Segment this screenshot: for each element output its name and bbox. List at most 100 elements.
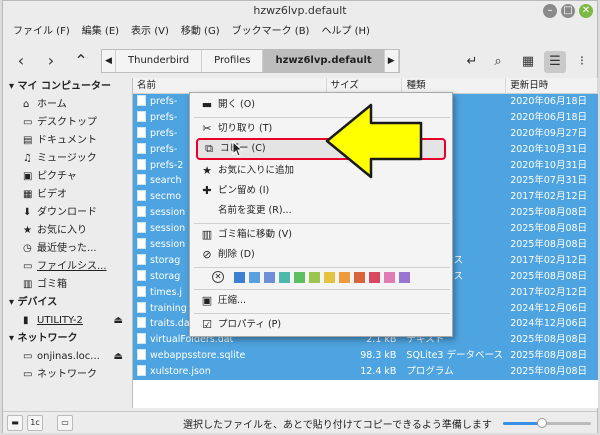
menu-view[interactable]: 表示 (V) [125, 23, 175, 41]
sidebar-item-filesystem[interactable]: ▭ ファイルシス... [3, 258, 131, 276]
file-date-cell-text: 2025年07月31日 [510, 175, 588, 187]
places-toggle-icon[interactable]: ▬ [7, 415, 23, 431]
file-size-cell-text: 12.4 kB [360, 366, 397, 378]
menu-item-compress[interactable]: ▣ 圧縮... [196, 291, 446, 311]
tag-color-swatch[interactable] [309, 271, 320, 283]
menu-edit[interactable]: 編集 (E) [76, 23, 125, 41]
file-icon [137, 206, 146, 218]
sidebar-item-videos[interactable]: ▦ ビデオ [3, 186, 131, 204]
sidebar-section-header[interactable]: ▾ ネットワーク [3, 330, 131, 348]
column-date[interactable]: 更新日時 [506, 78, 599, 93]
sidebar-item-usb[interactable]: ▮ UTILITY-2 ⏏ [3, 312, 131, 330]
minimize-button[interactable]: – [543, 4, 557, 18]
menu-separator [194, 313, 450, 314]
menu-separator [194, 223, 450, 224]
tag-color-swatch[interactable] [369, 271, 380, 283]
column-name[interactable]: 名前 [133, 78, 327, 93]
annotation-arrow-icon [325, 103, 423, 179]
list-view-icon[interactable]: ☰ [544, 51, 566, 73]
sidebar-section-header[interactable]: ▾ マイ コンピューター [3, 78, 131, 96]
file-name-cell-text: webappsstore.sqlite [150, 350, 246, 362]
zoom-slider-knob[interactable] [537, 418, 547, 428]
menu-file[interactable]: ファイル (F) [7, 23, 76, 41]
tag-color-swatch[interactable] [249, 271, 260, 283]
sidebar-item-home[interactable]: ⌂ ホーム [3, 96, 131, 114]
statusbar: ▬ 1c ▭ 選択したファイルを、あとで貼り付けてコピーできるよう準備します [3, 411, 597, 433]
zoom-slider[interactable] [503, 418, 591, 428]
search-icon[interactable]: ⌕ [487, 51, 509, 73]
menu-item-label: 開く (O) [218, 99, 255, 110]
tag-color-swatch[interactable] [279, 271, 290, 283]
file-icon [137, 269, 146, 281]
file-date-cell: 2025年08月08日 [506, 269, 598, 285]
file-icon [137, 349, 146, 361]
sidebar-item-network[interactable]: ▭ ネットワーク [3, 366, 131, 384]
menu-go[interactable]: 移動 (G) [175, 23, 226, 41]
tag-color-swatch[interactable] [339, 271, 350, 283]
sidebar-section-title: マイ コンピューター [17, 81, 111, 92]
sidebar-item-recent[interactable]: ◷ 最近使った... [3, 240, 131, 258]
tag-color-swatch[interactable] [294, 271, 305, 283]
sidebar-item-music[interactable]: ♫ ミュージック [3, 150, 131, 168]
hide-sidebar-icon[interactable]: ▭ [57, 415, 73, 431]
file-name-cell-text: prefs- [150, 143, 178, 155]
menubar: ファイル (F) 編集 (E) 表示 (V) 移動 (G) ブックマーク (B)… [3, 23, 376, 41]
eject-icon[interactable]: ⏏ [114, 312, 123, 330]
forward-button[interactable]: › [39, 49, 63, 73]
tag-color-swatch[interactable] [354, 271, 365, 283]
tree-toggle-icon[interactable]: 1c [27, 415, 43, 431]
tag-color-swatch[interactable] [264, 271, 275, 283]
sidebar-item-trash[interactable]: ▥ ゴミ箱 [3, 276, 131, 294]
file-date-cell: 2020年06月18日 [506, 94, 598, 110]
file-date-cell: 2025年08月08日 [506, 205, 598, 221]
breadcrumb-right-icon[interactable]: ▶ [385, 50, 399, 72]
file-date-cell: 2025年07月31日 [506, 173, 598, 189]
breadcrumb-current[interactable]: hzwz6lvp.default [263, 50, 385, 72]
eject-icon[interactable]: ⏏ [114, 348, 123, 366]
menu-item-pin[interactable]: ✚ ピン留め (I) [196, 181, 446, 201]
breadcrumb-profiles[interactable]: Profiles [202, 50, 264, 72]
file-icon [137, 365, 146, 377]
file-icon [137, 253, 146, 265]
column-size[interactable]: サイズ [327, 78, 403, 93]
tag-color-swatch[interactable] [399, 271, 410, 283]
table-row[interactable]: webappsstore.sqlite 98.3 kB SQLite3 データベース… [133, 348, 598, 365]
menu-item-rename[interactable]: 名前を変更 (R)... [196, 201, 446, 221]
maximize-button[interactable]: □ [561, 4, 575, 18]
open-terminal-icon[interactable]: ↵ [461, 51, 483, 73]
column-type[interactable]: 種類 [402, 78, 507, 93]
tag-color-swatch[interactable] [234, 271, 245, 283]
file-date-cell: 2020年09月27日 [506, 126, 598, 142]
sidebar-item-favorites[interactable]: ★ お気に入り [3, 222, 131, 240]
table-row[interactable]: xulstore.json 12.4 kB プログラム 2025年08月08日 [133, 364, 598, 381]
back-button[interactable]: ‹ [9, 49, 33, 73]
sidebar-item-nas[interactable]: ▭ onjinas.loc... ⏏ [3, 348, 131, 366]
menu-bookmarks[interactable]: ブックマーク (B) [226, 23, 316, 41]
sidebar-item-label: デスクトップ [37, 117, 97, 128]
menu-help[interactable]: ヘルプ (H) [315, 23, 376, 41]
sidebar-item-downloads[interactable]: ⬇ ダウンロード [3, 204, 131, 222]
breadcrumb-left-icon[interactable]: ◀ [102, 50, 116, 72]
menu-item-move-to-trash[interactable]: ▥ ゴミ箱に移動 (V) [196, 225, 446, 245]
sidebar-item-pictures[interactable]: ▣ ピクチャ [3, 168, 131, 186]
sidebar-item-documents[interactable]: ▤ ドキュメント [3, 132, 131, 150]
compact-view-icon[interactable]: ⁝ [571, 51, 593, 73]
sidebar-section-header[interactable]: ▾ デバイス [3, 294, 131, 312]
file-date-cell-text: 2020年06月18日 [510, 111, 588, 123]
menu-item-delete[interactable]: ⊘ 削除 (D) [196, 245, 446, 265]
sidebar-item-desktop[interactable]: ▭ デスクトップ [3, 114, 131, 132]
file-date-cell: 2020年10月31日 [506, 142, 598, 158]
icon-view-icon[interactable]: ▦ [517, 51, 539, 73]
close-button[interactable]: ✕ [579, 4, 593, 18]
sidebar-item-label: ミュージック [37, 153, 97, 164]
tag-color-swatch[interactable] [324, 271, 335, 283]
clear-tag-icon[interactable]: ✕ [212, 271, 224, 283]
menu-item-label: ゴミ箱に移動 (V) [218, 229, 292, 240]
tag-color-swatch[interactable] [384, 271, 395, 283]
menu-item-properties[interactable]: ☑ プロパティ (P) [196, 315, 446, 335]
up-button[interactable]: ⌃ [69, 49, 93, 73]
menu-item-label: 切り取り (T) [218, 123, 273, 134]
toolbar: ‹ › ⌃ ◀ Thunderbird Profiles hzwz6lvp.de… [3, 45, 597, 77]
sidebar: ▾ マイ コンピューター ⌂ ホーム ▭ デスクトップ ▤ ドキュメント ♫ ミュージッ… [3, 78, 131, 408]
breadcrumb-thunderbird[interactable]: Thunderbird [116, 50, 203, 72]
